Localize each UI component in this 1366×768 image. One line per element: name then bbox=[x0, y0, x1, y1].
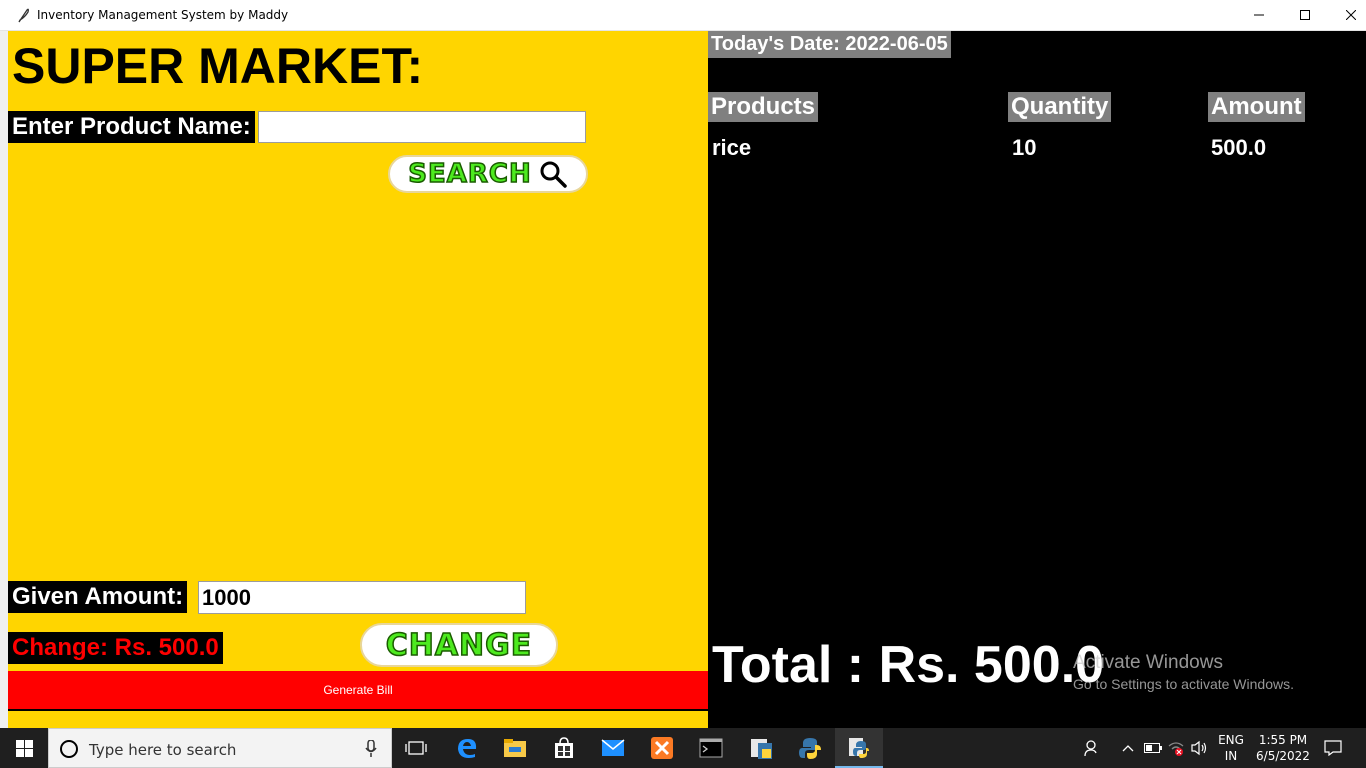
bill-row-quantity: 10 bbox=[1012, 135, 1037, 160]
search-icon bbox=[540, 161, 567, 188]
column-header-quantity: Quantity bbox=[1008, 92, 1112, 122]
mail-icon[interactable] bbox=[589, 728, 637, 768]
task-view-icon[interactable] bbox=[392, 728, 440, 768]
windows-logo-icon bbox=[15, 739, 33, 757]
search-button[interactable]: SEARCH bbox=[388, 155, 588, 193]
python-app-icon[interactable] bbox=[835, 728, 883, 768]
cortana-icon bbox=[60, 740, 78, 758]
taskbar-search-placeholder: Type here to search bbox=[89, 741, 237, 759]
battery-icon[interactable] bbox=[1142, 728, 1164, 768]
search-button-label: SEARCH bbox=[407, 158, 532, 190]
bill-total: Total : Rs. 500.0 bbox=[712, 636, 1105, 694]
generate-bill-button[interactable]: Generate Bill bbox=[8, 671, 708, 711]
microphone-icon[interactable] bbox=[365, 740, 377, 758]
clock-time: 1:55 PM bbox=[1258, 733, 1308, 747]
column-header-amount: Amount bbox=[1208, 92, 1305, 122]
given-amount-label: Given Amount: bbox=[8, 581, 188, 613]
change-button[interactable]: CHANGE bbox=[360, 623, 558, 667]
page-title: SUPER MARKET: bbox=[12, 38, 424, 94]
change-amount-label: Change: Rs. 500.0 bbox=[8, 632, 223, 664]
input-language[interactable]: ENG IN bbox=[1214, 732, 1248, 764]
todays-date: Today's Date: 2022-06-05 bbox=[708, 31, 951, 58]
lang-code: ENG bbox=[1218, 733, 1244, 747]
watermark-title: Activate Windows bbox=[1073, 652, 1223, 673]
column-header-products: Products bbox=[708, 92, 819, 122]
start-button[interactable] bbox=[0, 728, 48, 768]
show-hidden-icons[interactable] bbox=[1118, 728, 1138, 768]
notifications-icon[interactable] bbox=[1318, 728, 1348, 768]
title-bar: Inventory Management System by Maddy bbox=[0, 0, 1366, 31]
taskbar: Type here to search ENG IN 1:55 PM 6/5/2… bbox=[0, 728, 1366, 768]
python-idle-icon[interactable] bbox=[737, 728, 785, 768]
people-icon[interactable] bbox=[1078, 728, 1108, 768]
maximize-button[interactable] bbox=[1282, 0, 1328, 30]
terminal-icon[interactable] bbox=[687, 728, 735, 768]
change-button-label: CHANGE bbox=[385, 627, 533, 664]
window-edge bbox=[0, 31, 8, 728]
store-icon[interactable] bbox=[540, 728, 588, 768]
file-explorer-icon[interactable] bbox=[491, 728, 539, 768]
volume-icon[interactable] bbox=[1188, 728, 1210, 768]
taskbar-search-box[interactable]: Type here to search bbox=[48, 728, 392, 768]
product-name-input[interactable] bbox=[258, 111, 586, 143]
lang-region: IN bbox=[1224, 749, 1238, 763]
billing-panel: SUPER MARKET: Enter Product Name: SEARCH… bbox=[8, 31, 708, 728]
close-button[interactable] bbox=[1328, 0, 1366, 30]
product-name-label: Enter Product Name: bbox=[8, 111, 255, 143]
bill-row-product: rice bbox=[712, 135, 752, 160]
minimize-button[interactable] bbox=[1236, 0, 1282, 30]
edge-browser-icon[interactable] bbox=[443, 728, 491, 768]
python-icon[interactable] bbox=[786, 728, 834, 768]
network-disconnected-icon[interactable] bbox=[1165, 728, 1187, 768]
feather-icon bbox=[18, 8, 29, 23]
given-amount-input[interactable]: 1000 bbox=[198, 581, 526, 614]
xampp-icon[interactable] bbox=[638, 728, 686, 768]
window-title: Inventory Management System by Maddy bbox=[37, 8, 289, 22]
system-clock[interactable]: 1:55 PM 6/5/2022 bbox=[1252, 732, 1314, 764]
bill-panel: Today's Date: 2022-06-05 Products Quanti… bbox=[708, 31, 1366, 728]
clock-date: 6/5/2022 bbox=[1256, 749, 1310, 763]
bill-row-amount: 500.0 bbox=[1211, 135, 1267, 160]
watermark-subtitle: Go to Settings to activate Windows. bbox=[1073, 676, 1294, 692]
activate-windows-watermark: Activate Windows Go to Settings to activ… bbox=[1073, 652, 1294, 692]
